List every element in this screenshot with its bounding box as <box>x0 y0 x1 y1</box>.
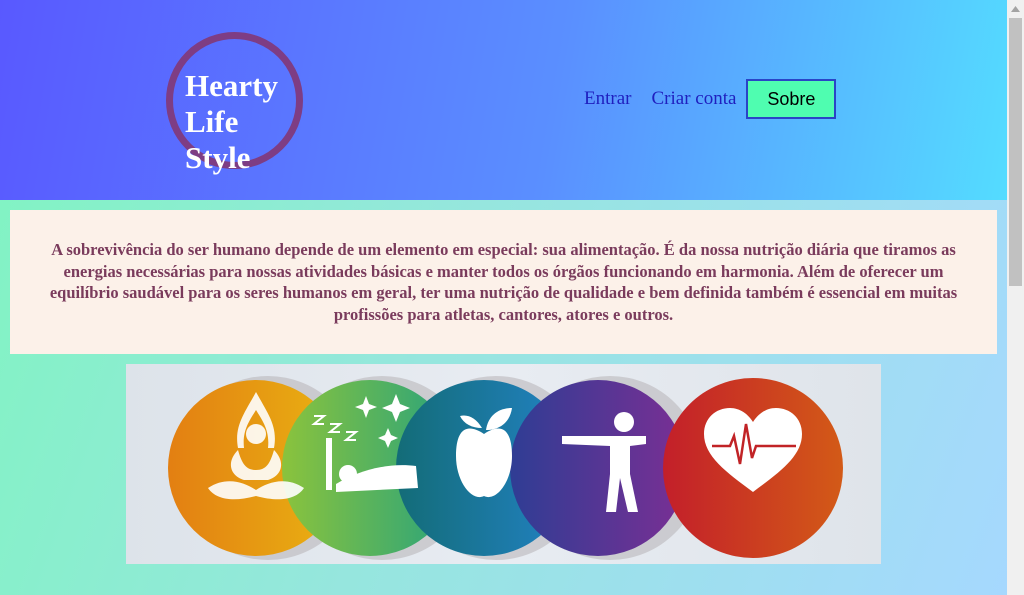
intro-text: A sobrevivência do ser humano depende de… <box>49 240 958 324</box>
logo-line-2: Life <box>185 104 239 139</box>
scroll-up-arrow-icon[interactable] <box>1007 0 1024 17</box>
page: Hearty Life Style Entrar Criar conta Sob… <box>0 0 1007 595</box>
logo-line-1: Hearty <box>185 68 278 103</box>
site-header: Hearty Life Style Entrar Criar conta Sob… <box>0 0 1007 200</box>
logo-line-3: Style <box>185 140 251 175</box>
intro-box: A sobrevivência do ser humano depende de… <box>10 210 997 354</box>
fitness-circle <box>510 380 686 556</box>
about-button[interactable]: Sobre <box>746 79 837 119</box>
healthy-life-banner <box>126 364 881 564</box>
site-logo[interactable]: Hearty Life Style <box>185 68 278 176</box>
login-link[interactable]: Entrar <box>584 88 631 110</box>
scrollbar-thumb[interactable] <box>1009 18 1022 286</box>
main-nav: Entrar Criar conta Sobre <box>584 79 837 119</box>
banner-illustration <box>168 376 843 560</box>
signup-link[interactable]: Criar conta <box>651 88 736 110</box>
vertical-scrollbar[interactable] <box>1007 0 1024 595</box>
